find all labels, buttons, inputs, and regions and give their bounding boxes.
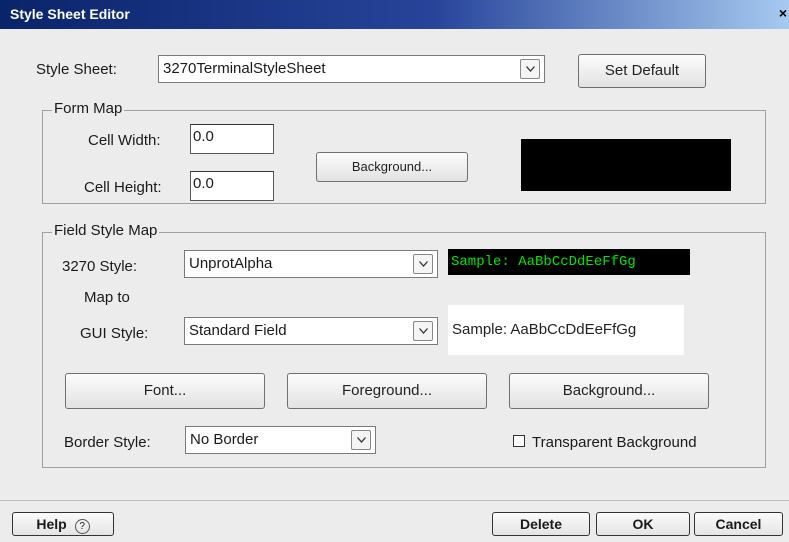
map-to-label: Map to [84,289,130,306]
cell-width-label: Cell Width: [88,132,161,149]
close-icon[interactable]: × [779,5,787,21]
style-sheet-value: 3270TerminalStyleSheet [163,60,326,77]
cell-width-input[interactable]: 0.0 [190,124,274,154]
foreground-button[interactable]: Foreground... [287,373,487,409]
form-map-color-swatch [521,139,731,191]
set-default-label: Set Default [604,62,680,79]
ok-button[interactable]: OK [596,512,690,536]
footer-separator [0,500,789,501]
question-circle-icon: ? [74,519,90,534]
gui-style-combo[interactable]: Standard Field [184,317,438,345]
cancel-label: Cancel [715,516,762,532]
cell-height-input[interactable]: 0.0 [190,171,274,201]
cancel-button[interactable]: Cancel [694,512,783,536]
form-map-legend: Form Map [52,100,125,117]
field-background-button[interactable]: Background... [509,373,709,409]
sample-3270-text: Sample: AaBbCcDdEeFfGg [451,254,636,270]
title-bar: Style Sheet Editor × [0,0,789,29]
chevron-down-icon[interactable] [351,430,371,450]
style-3270-label: 3270 Style: [62,258,138,275]
transparent-background-label: Transparent Background [532,434,697,451]
font-button-label: Font... [143,382,187,399]
sample-3270-preview: Sample: AaBbCcDdEeFfGg [448,249,690,275]
border-style-label: Border Style: [64,434,151,451]
chevron-down-icon[interactable] [413,321,433,341]
style-3270-value: UnprotAlpha [189,255,273,272]
cell-width-value: 0.0 [193,128,214,145]
transparent-background-checkbox[interactable] [513,435,525,447]
style-3270-combo[interactable]: UnprotAlpha [184,250,438,278]
gui-style-value: Standard Field [189,322,287,339]
ok-label: OK [632,516,654,532]
chevron-down-icon[interactable] [413,254,433,274]
field-style-map-legend: Field Style Map [52,222,160,239]
window-title: Style Sheet Editor [10,6,130,22]
border-style-value: No Border [190,431,259,448]
cell-height-value: 0.0 [193,175,214,192]
form-map-background-label: Background... [351,159,433,174]
chevron-down-icon[interactable] [520,59,540,79]
sample-gui-text: Sample: AaBbCcDdEeFfGg [452,321,637,338]
foreground-button-label: Foreground... [341,382,433,399]
delete-label: Delete [519,516,563,532]
font-button[interactable]: Font... [65,373,265,409]
style-sheet-combo[interactable]: 3270TerminalStyleSheet [158,55,545,83]
form-map-background-button[interactable]: Background... [316,152,468,182]
help-button[interactable]: Help ? [12,512,114,536]
help-label: Help [36,516,67,532]
style-sheet-label: Style Sheet: [36,61,117,78]
cell-height-label: Cell Height: [84,179,162,196]
set-default-button[interactable]: Set Default [578,54,706,88]
border-style-combo[interactable]: No Border [185,426,376,454]
sample-gui-preview: Sample: AaBbCcDdEeFfGg [448,305,684,355]
gui-style-label: GUI Style: [80,325,149,342]
field-background-button-label: Background... [562,382,656,399]
delete-button[interactable]: Delete [492,512,590,536]
